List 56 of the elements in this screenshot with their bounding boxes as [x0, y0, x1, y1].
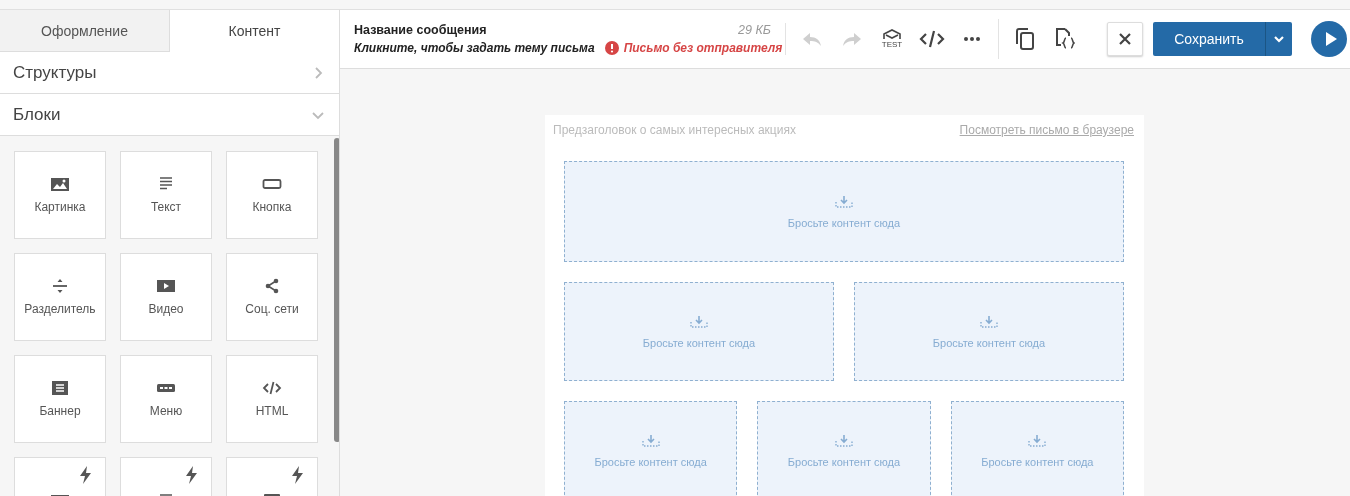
test-label: TEST [881, 40, 903, 49]
save-button[interactable]: Сохранить [1153, 22, 1265, 56]
play-icon [1323, 31, 1338, 47]
subject-link[interactable]: Кликните, чтобы задать тему письма [354, 41, 595, 55]
copy-icon [1016, 28, 1034, 50]
section-header[interactable]: Блоки [0, 94, 339, 136]
warning-icon [604, 41, 619, 55]
block-tile[interactable]: Картинка [14, 151, 106, 239]
test-button[interactable]: TEST [872, 19, 912, 59]
tab[interactable]: Оформление [0, 10, 170, 52]
code-icon [262, 380, 282, 396]
json-file-icon [1055, 28, 1075, 50]
tab[interactable]: Контент [170, 10, 339, 52]
block-label: Текст [150, 200, 182, 214]
film-icon [156, 278, 176, 294]
block-label: Кнопка [252, 200, 292, 214]
block-tile[interactable]: Текст [120, 151, 212, 239]
block-label: Видео [148, 302, 184, 316]
image-icon [50, 176, 70, 192]
block-label: Разделитель [24, 302, 96, 316]
drop-icon [1028, 433, 1047, 448]
close-button[interactable] [1107, 22, 1143, 56]
drop-icon [835, 433, 853, 448]
block-tile[interactable]: HTML [226, 355, 318, 443]
message-size: 29 КБ [738, 23, 771, 37]
close-icon [1118, 32, 1132, 46]
block-label: Баннер [39, 404, 81, 418]
block-tile[interactable]: Баннер [14, 355, 106, 443]
divide-icon [50, 278, 70, 294]
play-button[interactable] [1311, 21, 1347, 57]
block-label: HTML [255, 404, 289, 418]
caret-down-icon [1273, 35, 1285, 43]
drop-icon [980, 314, 998, 329]
code-icon [919, 30, 945, 48]
more-icon [963, 36, 981, 42]
block-tile[interactable]: Соц. сети [226, 253, 318, 341]
section-header[interactable]: Структуры [0, 52, 339, 94]
block-tile[interactable]: Разделитель [14, 253, 106, 341]
block-tile[interactable]: Кнопка [226, 151, 318, 239]
message-title[interactable]: Название сообщения [354, 23, 487, 37]
envelope-icon [882, 29, 902, 40]
block-label: Меню [149, 404, 183, 418]
button-icon [262, 176, 282, 192]
block-label: Соц. сети [245, 302, 299, 316]
save-dropdown-button[interactable] [1265, 22, 1292, 56]
warning-text: Письмо без отправителя [623, 41, 783, 55]
redo-icon [842, 31, 862, 47]
block-tile[interactable]: Видео [120, 253, 212, 341]
drop-icon [690, 314, 708, 329]
block-tile[interactable]: Меню [120, 355, 212, 443]
block-label: Картинка [34, 200, 86, 214]
banner-icon [50, 380, 70, 396]
drop-icon [641, 433, 660, 448]
scrollbar[interactable] [334, 138, 339, 442]
drop-icon [835, 194, 853, 209]
undo-icon [802, 31, 822, 47]
